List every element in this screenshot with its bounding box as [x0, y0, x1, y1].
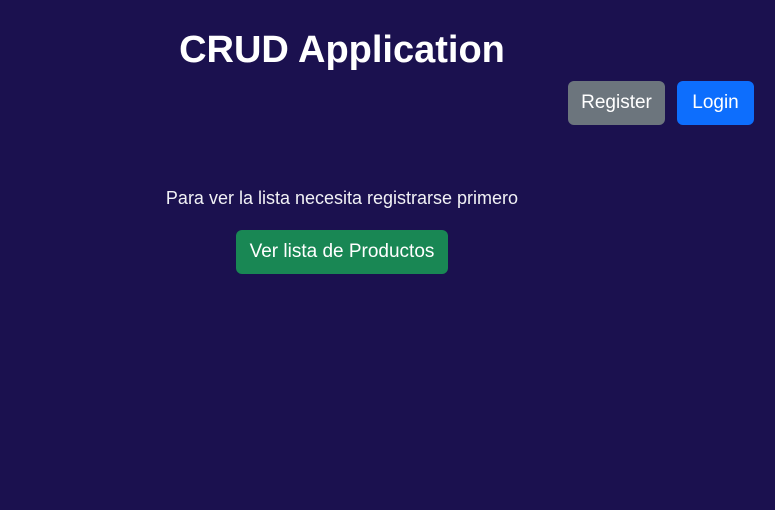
- login-button[interactable]: Login: [677, 81, 754, 125]
- view-products-button[interactable]: Ver lista de Productos: [236, 230, 448, 274]
- registration-notice: Para ver la lista necesita registrarse p…: [165, 188, 519, 208]
- register-button[interactable]: Register: [568, 81, 665, 125]
- page-title: CRUD Application: [179, 29, 505, 71]
